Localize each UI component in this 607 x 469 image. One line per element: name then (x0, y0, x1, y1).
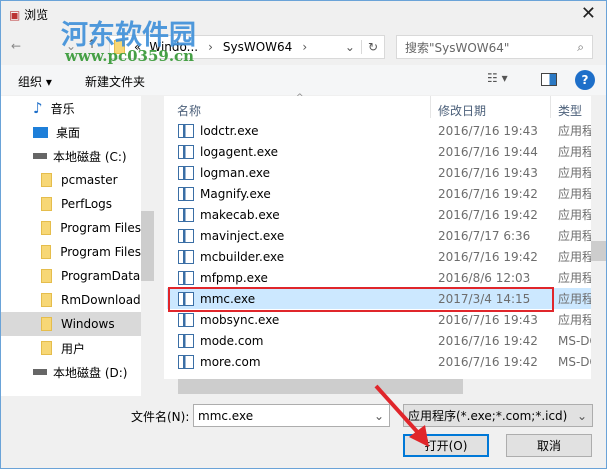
file-row[interactable]: mobsync.exe2016/7/16 19:43应用程序 (167, 309, 591, 330)
executable-icon (178, 270, 194, 285)
close-button[interactable]: ✕ (581, 3, 596, 24)
nav-item[interactable]: 本地磁盘 (C:) (1, 144, 141, 168)
nav-item[interactable]: ♪ 音乐 (1, 96, 141, 120)
executable-icon (178, 228, 194, 243)
window-title: ▣ 浏览 (9, 8, 49, 22)
filename-label: 文件名(N): (131, 410, 190, 424)
nav-item[interactable]: pcmaster (1, 168, 141, 192)
column-type[interactable]: 类型 (558, 102, 582, 119)
refresh-button[interactable]: ↻ (360, 40, 384, 54)
nav-item[interactable]: Windows (1, 312, 141, 336)
column-name[interactable]: 名称 (177, 102, 201, 119)
folder-icon (41, 293, 52, 307)
highlight-box (168, 287, 554, 312)
browse-dialog: ▣ 浏览 ✕ ← ⌄ ↑ « Windo... › SysWOW64 › ⌄ ↻… (0, 0, 607, 469)
file-row[interactable]: logagent.exe2016/7/16 19:44应用程序 (167, 141, 591, 162)
executable-icon (178, 333, 194, 348)
column-date[interactable]: 修改日期 (438, 102, 486, 119)
cancel-button[interactable]: 取消 (506, 434, 592, 457)
file-row[interactable]: logman.exe2016/7/16 19:43应用程序 (167, 162, 591, 183)
drive-icon (33, 369, 47, 375)
nav-scroll-thumb[interactable] (141, 211, 154, 281)
file-row[interactable]: lodctr.exe2016/7/16 19:43应用程序 (167, 120, 591, 141)
chevron-down-icon: ⌄ (576, 408, 587, 423)
drive-icon (33, 153, 47, 159)
file-row[interactable]: makecab.exe2016/7/16 19:42应用程序 (167, 204, 591, 225)
nav-scrollbar[interactable] (141, 96, 154, 396)
nav-item[interactable]: 本地磁盘 (D:) (1, 360, 141, 384)
app-icon: ▣ (9, 8, 21, 22)
preview-pane-icon[interactable] (541, 73, 557, 86)
music-icon: ♪ (33, 99, 43, 117)
nav-item[interactable]: RmDownload (1, 288, 141, 312)
back-button[interactable]: ← (11, 39, 21, 53)
sort-ascending-icon: ^ (296, 93, 304, 103)
annotation-arrow (374, 384, 429, 447)
folder-icon (41, 221, 52, 235)
file-row[interactable]: more.com2016/7/16 19:42MS-DOS (167, 351, 591, 372)
nav-item[interactable]: ProgramData (1, 264, 141, 288)
executable-icon (178, 312, 194, 327)
watermark-url: www.pc0359.cn (65, 47, 195, 65)
executable-icon (178, 165, 194, 180)
crumb-separator[interactable]: › (208, 40, 213, 54)
new-folder-button[interactable]: 新建文件夹 (85, 73, 145, 90)
executable-icon (178, 249, 194, 264)
organize-menu[interactable]: 组织 ▾ (18, 73, 52, 90)
folder-icon (41, 269, 52, 283)
address-dropdown[interactable]: ⌄ (339, 40, 361, 54)
folder-icon (41, 341, 52, 355)
folder-icon (41, 173, 52, 187)
nav-item[interactable]: 桌面 (1, 120, 141, 144)
executable-icon (178, 186, 194, 201)
navigation-pane: ♪ 音乐 桌面 本地磁盘 (C:) pcmaster PerfLogs Program Fi… (1, 96, 154, 396)
view-options-icon[interactable]: ☷ ▾ (487, 71, 508, 85)
crumb-syswow64[interactable]: SysWOW64 (223, 40, 292, 54)
folder-icon (41, 197, 52, 211)
nav-item[interactable]: Program Files (1, 216, 141, 240)
file-vscrollbar[interactable] (591, 96, 606, 379)
file-row[interactable]: mavinject.exe2016/7/17 6:36应用程序 (167, 225, 591, 246)
file-row[interactable]: mode.com2016/7/16 19:42MS-DOS (167, 330, 591, 351)
file-row[interactable]: mcbuilder.exe2016/7/16 19:42应用程序 (167, 246, 591, 267)
toolbar: 组织 ▾ 新建文件夹 ☷ ▾ ? (1, 65, 606, 95)
nav-item[interactable]: 用户 (1, 336, 141, 360)
file-row[interactable]: mfpmp.exe2016/8/6 12:03应用程序 (167, 267, 591, 288)
desktop-icon (33, 126, 48, 138)
nav-item[interactable]: Program Files (1, 240, 141, 264)
executable-icon (178, 207, 194, 222)
search-input[interactable]: 搜索"SysWOW64" ⌕ (396, 35, 593, 59)
file-scroll-thumb[interactable] (591, 241, 606, 261)
help-icon[interactable]: ? (575, 70, 595, 90)
nav-item[interactable]: PerfLogs (1, 192, 141, 216)
executable-icon (178, 354, 194, 369)
executable-icon (178, 144, 194, 159)
file-row[interactable]: Magnify.exe2016/7/16 19:42应用程序 (167, 183, 591, 204)
filename-input[interactable]: mmc.exe ⌄ (193, 404, 390, 427)
executable-icon (178, 123, 194, 138)
search-icon: ⌕ (577, 39, 584, 54)
folder-icon (41, 317, 52, 331)
folder-icon (41, 245, 52, 259)
crumb-separator[interactable]: › (302, 40, 307, 54)
file-list: 名称 ^ 修改日期 类型 lodctr.exe 2016/7/16 19:43 应用… (164, 93, 606, 381)
